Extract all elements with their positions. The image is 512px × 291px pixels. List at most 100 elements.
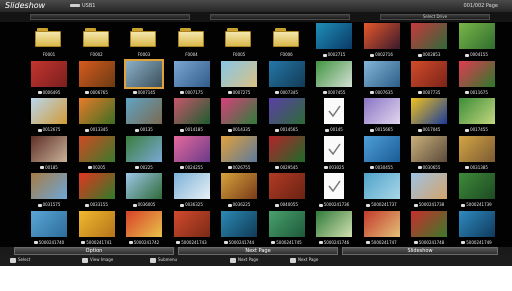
- file-thumbnail[interactable]: 0013345: [74, 97, 120, 134]
- image-thumbnail: [31, 135, 67, 162]
- file-thumbnail[interactable]: 0014335: [216, 97, 262, 134]
- file-thumbnail[interactable]: 5000241740: [26, 210, 72, 247]
- file-name-label: 0013345: [74, 126, 120, 133]
- file-thumbnail[interactable]: 0033155: [74, 172, 120, 209]
- file-thumbnail[interactable]: 5000241748: [406, 210, 452, 247]
- camera-icon: [37, 128, 42, 132]
- camera-icon: [135, 128, 140, 132]
- folder-thumbnail[interactable]: F0003: [121, 22, 167, 59]
- file-name-label: 00225: [121, 164, 167, 171]
- option-button[interactable]: Option: [14, 247, 174, 255]
- file-name-label: 0012675: [26, 126, 72, 133]
- camera-icon: [128, 241, 133, 244]
- file-thumbnail[interactable]: 0031575: [26, 172, 72, 209]
- file-thumbnail[interactable]: 0014565: [264, 97, 310, 134]
- file-thumbnail[interactable]: 0002715: [311, 22, 357, 59]
- folder-thumbnail[interactable]: F0005: [216, 22, 262, 59]
- file-thumbnail[interactable]: 0036325: [169, 172, 215, 209]
- file-name-label: 0007455: [311, 89, 357, 96]
- slideshow-label: Slideshow: [407, 248, 433, 254]
- image-thumbnail: [458, 135, 495, 162]
- file-thumbnail[interactable]: 0036005: [121, 172, 167, 209]
- image-thumbnail: [31, 60, 67, 87]
- slideshow-button[interactable]: Slideshow: [342, 247, 498, 255]
- select-drive-button[interactable]: Select Drive: [380, 14, 490, 20]
- file-thumbnail[interactable]: 0017045: [406, 97, 452, 134]
- file-thumbnail[interactable]: 0024255: [169, 135, 215, 172]
- file-thumbnail[interactable]: 0007635: [359, 60, 405, 97]
- next-page-button[interactable]: Next Page: [178, 247, 338, 255]
- file-name-label: 00135: [121, 126, 167, 133]
- folder-thumbnail[interactable]: F0004: [169, 22, 215, 59]
- file-thumbnail[interactable]: 5000241737: [359, 172, 405, 209]
- file-thumbnail[interactable]: 0007145: [121, 58, 167, 97]
- file-thumbnail[interactable]: 00145: [311, 97, 357, 134]
- file-thumbnail[interactable]: 5000241742: [121, 210, 167, 247]
- file-name-text: 0026755: [232, 164, 251, 170]
- file-thumbnail[interactable]: 0006765: [74, 60, 120, 97]
- file-thumbnail[interactable]: 0036225: [216, 172, 262, 209]
- file-thumbnail[interactable]: 0007275: [216, 60, 262, 97]
- file-thumbnail[interactable]: 0017455: [454, 97, 500, 134]
- file-name-label: 5000241749: [454, 239, 500, 246]
- filter-field[interactable]: [210, 14, 350, 20]
- file-thumbnail[interactable]: 0011675: [454, 60, 500, 97]
- folder-thumbnail[interactable]: F0006: [264, 22, 310, 59]
- file-name-text: 0007735: [422, 89, 441, 95]
- file-thumbnail[interactable]: 0004155: [454, 22, 500, 59]
- file-name-text: 0006495: [42, 89, 61, 95]
- file-thumbnail[interactable]: 0029545: [264, 135, 310, 172]
- file-thumbnail[interactable]: 5000241736: [311, 172, 357, 209]
- file-thumbnail[interactable]: 5000241738: [406, 172, 452, 209]
- camera-icon: [180, 203, 185, 207]
- file-thumbnail[interactable]: 0012675: [26, 97, 72, 134]
- file-thumbnail[interactable]: 00135: [121, 97, 167, 134]
- file-thumbnail[interactable]: 0030655: [406, 135, 452, 172]
- file-thumbnail[interactable]: 0026755: [216, 135, 262, 172]
- folder-icon: [177, 27, 204, 47]
- camera-icon: [180, 166, 185, 169]
- file-name-text: 5000241740: [38, 239, 65, 245]
- file-thumbnail[interactable]: 5000241745: [264, 210, 310, 247]
- file-thumbnail[interactable]: 0007735: [406, 60, 452, 97]
- file-thumbnail[interactable]: 5000241743: [169, 210, 215, 247]
- file-thumbnail[interactable]: 0031385: [454, 135, 500, 172]
- file-thumbnail[interactable]: 00225: [121, 135, 167, 172]
- folder-thumbnail[interactable]: F0002: [74, 22, 120, 59]
- file-thumbnail[interactable]: 5000241747: [359, 210, 405, 247]
- file-thumbnail[interactable]: 00185: [26, 135, 72, 172]
- image-thumbnail: [363, 173, 400, 199]
- file-thumbnail[interactable]: 003025: [311, 135, 357, 172]
- file-thumbnail[interactable]: 0002716: [359, 22, 405, 59]
- folder-icon: [130, 27, 156, 47]
- file-name-text: 00135: [140, 127, 153, 132]
- file-thumbnail[interactable]: 0040055: [264, 172, 310, 209]
- file-name-text: F0002: [90, 52, 103, 57]
- folder-thumbnail[interactable]: F0001: [26, 22, 72, 59]
- file-thumbnail[interactable]: 0030455: [359, 135, 405, 172]
- file-thumbnail[interactable]: 0007455: [311, 60, 357, 97]
- file-thumbnail[interactable]: 0006495: [26, 60, 72, 97]
- file-name-label: 0004155: [454, 51, 500, 58]
- file-name-label: 5000241746: [311, 239, 357, 246]
- file-thumbnail[interactable]: 5000241746: [311, 210, 357, 247]
- file-thumbnail[interactable]: 5000241739: [454, 172, 500, 209]
- image-thumbnail: [31, 98, 67, 124]
- file-thumbnail[interactable]: 0015665: [359, 97, 405, 134]
- source-indicator[interactable]: USB1: [70, 0, 95, 12]
- key-guide-next-page: Next Page: [230, 257, 258, 263]
- file-thumbnail[interactable]: 0007175: [169, 60, 215, 97]
- file-thumbnail[interactable]: 0002853: [406, 22, 452, 59]
- file-thumbnail[interactable]: 5000241749: [454, 210, 500, 247]
- usb-icon: [70, 4, 80, 7]
- file-thumbnail[interactable]: 00205: [74, 135, 120, 172]
- file-name-label: 0031575: [26, 201, 72, 208]
- file-thumbnail[interactable]: 0007345: [264, 60, 310, 97]
- file-thumbnail[interactable]: 0014185: [169, 97, 215, 134]
- file-thumbnail[interactable]: 5000241741: [74, 210, 120, 247]
- image-thumbnail: [411, 210, 447, 237]
- folder-icon: [82, 27, 109, 47]
- camera-icon: [275, 128, 280, 132]
- path-field[interactable]: [30, 14, 190, 20]
- file-thumbnail[interactable]: 5000241744: [216, 210, 262, 247]
